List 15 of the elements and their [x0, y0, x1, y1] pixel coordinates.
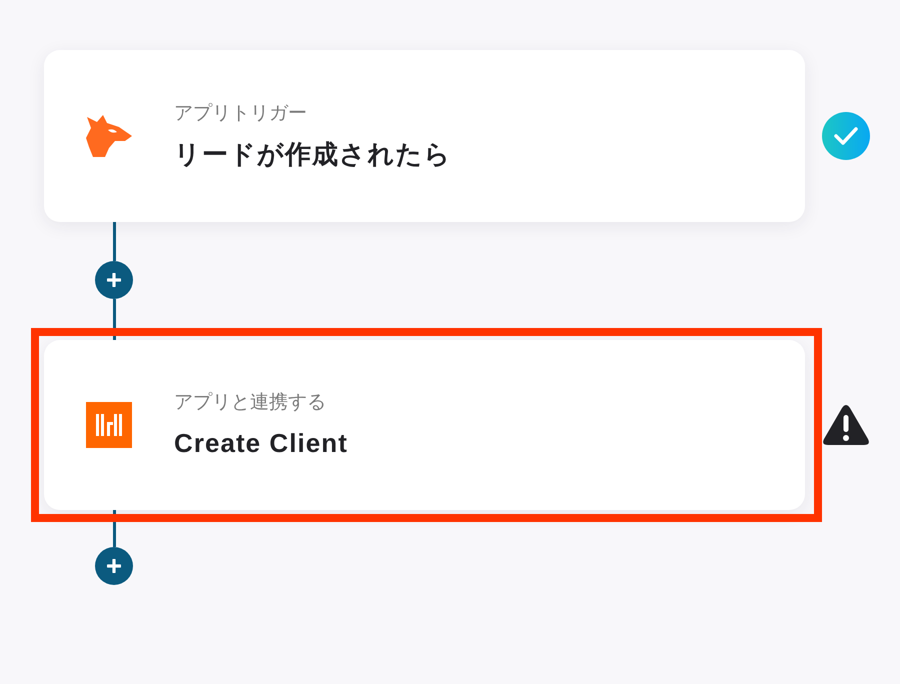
connector-line	[112, 299, 116, 340]
plus-icon	[107, 273, 121, 287]
step-title: リードが作成されたら	[174, 138, 452, 170]
bar-chart-logo-icon	[86, 402, 132, 448]
step-card[interactable]: アプリトリガー リードが作成されたら	[44, 50, 805, 222]
step-category-label: アプリトリガー	[174, 102, 308, 126]
step-card[interactable]: アプリと連携する Create Client	[44, 340, 805, 510]
step-title: Create Client	[174, 427, 348, 459]
connector-line	[112, 510, 116, 547]
plus-icon	[107, 559, 121, 573]
add-step-button[interactable]	[95, 547, 133, 585]
step-category-label: アプリと連携する	[174, 391, 327, 415]
fox-head-icon	[84, 114, 134, 158]
add-step-button[interactable]	[95, 261, 133, 299]
connector-line	[112, 222, 116, 261]
